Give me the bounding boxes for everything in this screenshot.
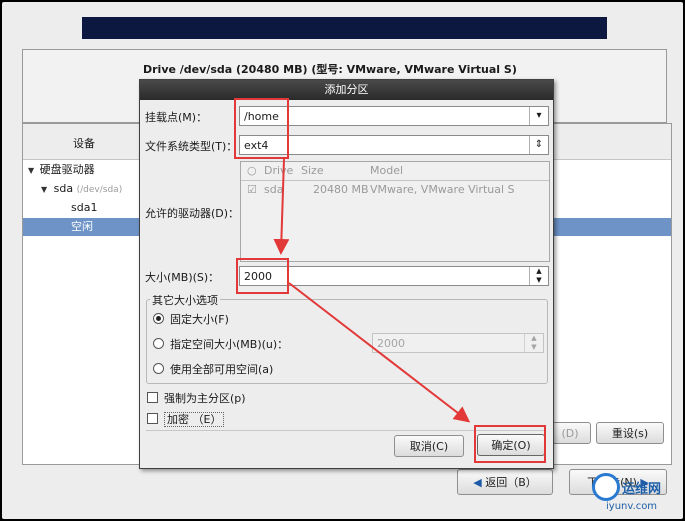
watermark-title: 运维网	[622, 482, 662, 497]
installer-screen: Drive /dev/sda (20480 MB) (型号: VMware, V…	[2, 2, 683, 519]
watermark-url: iyunv.com	[606, 501, 658, 512]
annotation-arrows	[273, 158, 471, 423]
arrow-to-size	[273, 158, 290, 255]
watermark-logo-icon	[592, 473, 620, 501]
arrow-to-ok	[288, 282, 471, 423]
